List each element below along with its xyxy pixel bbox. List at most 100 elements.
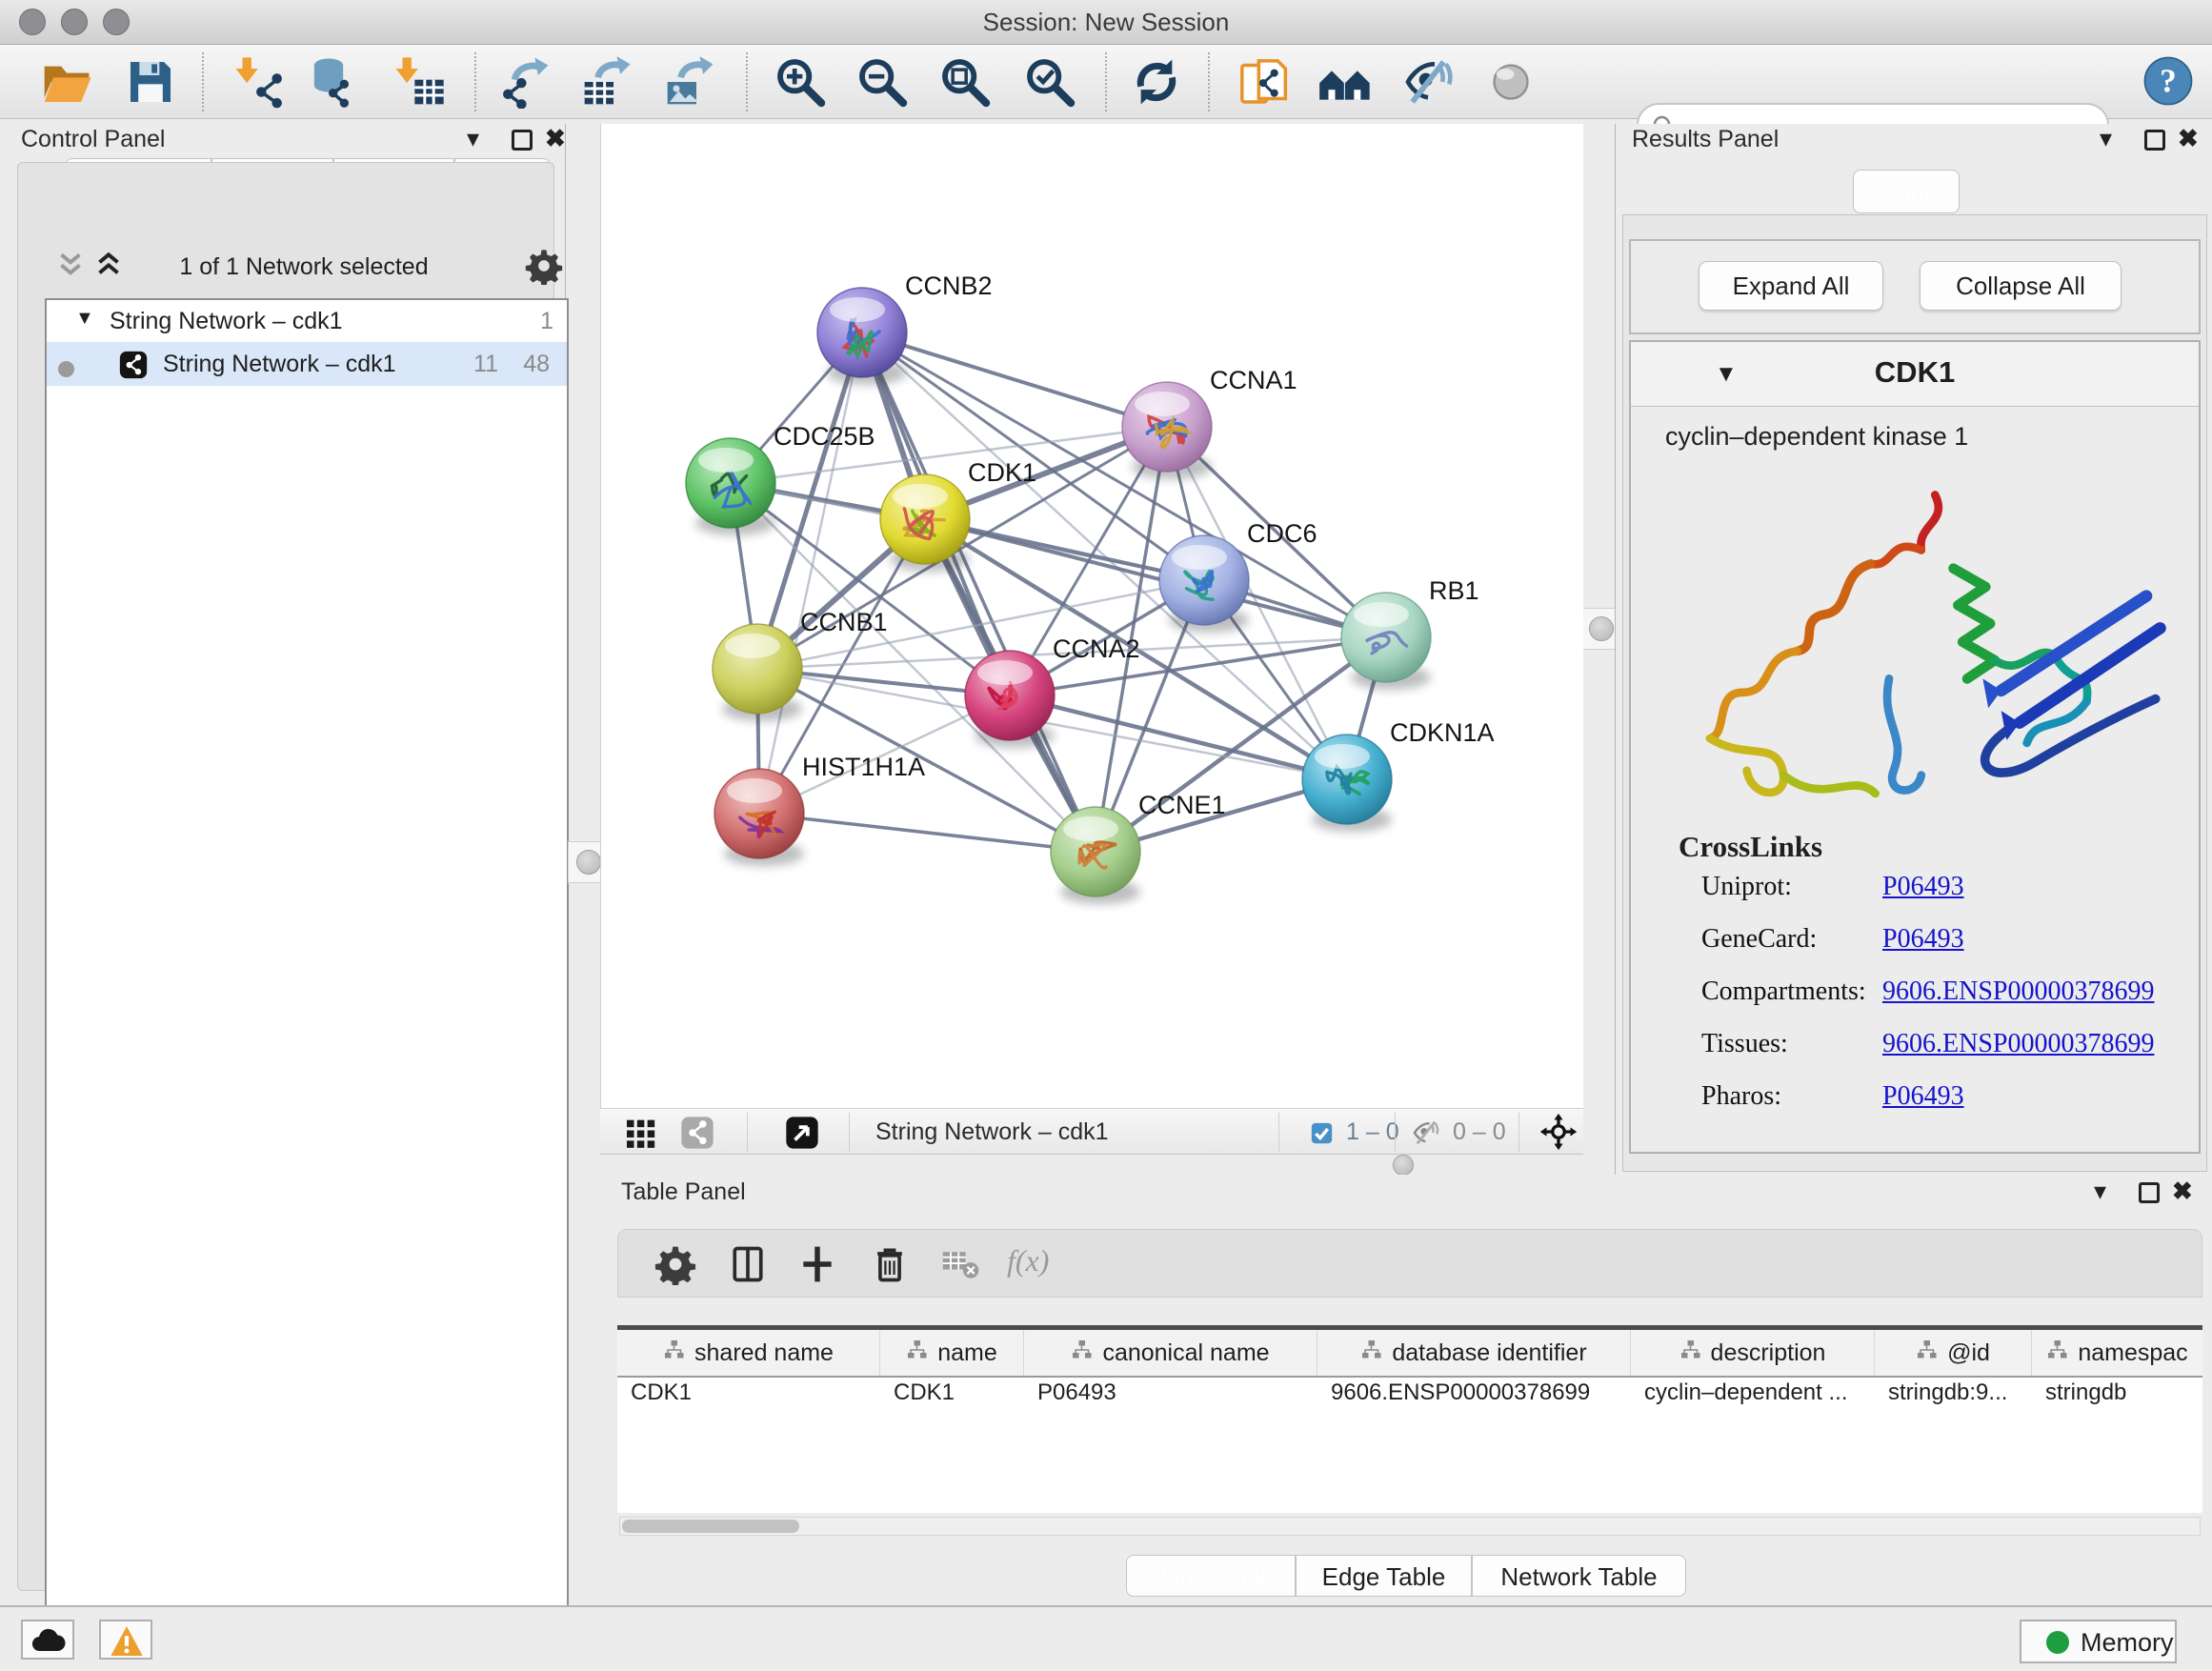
column-type-icon [2046, 1339, 2069, 1368]
network-node-RB1[interactable]: RB1 [1341, 576, 1479, 690]
table-tabs: Node TableEdge TableNetwork Table [572, 1555, 2212, 1599]
table-cell[interactable]: cyclin–dependent ... [1631, 1379, 1875, 1414]
hide-selected-icon[interactable] [1401, 55, 1455, 109]
expand-all-button[interactable]: Expand All [1699, 261, 1883, 311]
import-network-icon[interactable] [232, 55, 286, 109]
save-icon[interactable] [124, 55, 177, 109]
show-all-icon[interactable] [1484, 55, 1538, 109]
column-header-canonical-name[interactable]: canonical name [1024, 1330, 1317, 1376]
table-h-scrollbar-thumb[interactable] [622, 1520, 799, 1533]
right-splitter-handle[interactable] [1589, 616, 1614, 641]
control-panel-menu-icon[interactable]: ▾ [467, 124, 479, 153]
horizontal-splitter-handle[interactable] [1393, 1155, 1414, 1176]
network-node-CCNB2[interactable]: CCNB2 [817, 272, 993, 385]
warnings-button[interactable] [99, 1620, 152, 1660]
control-panel-close-icon[interactable]: ✖ [545, 124, 566, 153]
network-edge-HIST1H1A-CCNE1[interactable] [759, 814, 1096, 852]
protein-structure-image [1659, 456, 2174, 818]
column-header-shared-name[interactable]: shared name [617, 1330, 880, 1376]
tab-edge-table[interactable]: Edge Table [1296, 1555, 1472, 1597]
expand-collapse-box: Expand All Collapse All [1629, 239, 2201, 334]
selected-checkbox-icon[interactable] [1309, 1120, 1335, 1146]
column-type-icon [1360, 1339, 1383, 1368]
crosslink-link[interactable]: P06493 [1882, 924, 1964, 976]
crosslink-link[interactable]: P06493 [1882, 1081, 1964, 1134]
crosslink-link[interactable]: 9606.ENSP00000378699 [1882, 1029, 2154, 1081]
toolbar-separator [202, 52, 204, 111]
network-node-CDK1[interactable]: CDK1 [880, 458, 1036, 572]
import-database-icon[interactable] [309, 55, 362, 109]
network-node-CCNA1[interactable]: CCNA1 [1122, 366, 1297, 479]
table-cell[interactable]: CDK1 [617, 1379, 880, 1414]
table-panel-close-icon[interactable]: ✖ [2172, 1177, 2193, 1206]
network-row-selected[interactable]: String Network – cdk1 11 48 [47, 342, 567, 386]
string-results-content: Expand All Collapse All ▼ CDK1 cyclin–de… [1622, 214, 2207, 1172]
help-icon[interactable]: ? [2142, 54, 2195, 108]
collapse-all-button[interactable]: Collapse All [1920, 261, 2122, 311]
left-splitter-handle[interactable] [576, 850, 601, 875]
table-h-scrollbar[interactable] [619, 1517, 2201, 1536]
table-cell[interactable]: P06493 [1024, 1379, 1317, 1414]
table-toolbar: f(x) [617, 1229, 2202, 1298]
network-node-HIST1H1A[interactable]: HIST1H1A [714, 753, 925, 866]
network-canvas[interactable]: CCNB2CCNA1CDC25BCDK1CDC6RB1CCNB1CCNA2CDK… [600, 124, 1583, 1108]
results-panel-close-icon[interactable]: ✖ [2178, 124, 2199, 153]
import-table-icon[interactable] [392, 55, 446, 109]
table-settings-gear-icon[interactable] [654, 1243, 696, 1285]
memory-button[interactable]: Memory [2020, 1620, 2177, 1663]
node-label-CDK1: CDK1 [968, 458, 1036, 487]
results-panel-menu-icon[interactable]: ▾ [2100, 124, 2112, 153]
network-node-CDC25B[interactable]: CDC25B [686, 422, 875, 535]
table-cell[interactable]: CDK1 [880, 1379, 1024, 1414]
table-cell[interactable]: stringdb:9... [1875, 1379, 2032, 1414]
zoom-fit-icon[interactable] [938, 55, 992, 109]
crosslink-link[interactable]: 9606.ENSP00000378699 [1882, 976, 2154, 1029]
table-cell[interactable]: stringdb [2032, 1379, 2202, 1414]
network-options-gear-icon[interactable] [525, 247, 563, 285]
network-view-icon[interactable] [678, 1114, 716, 1152]
export-network-icon[interactable] [499, 55, 553, 109]
table-panel-menu-icon[interactable]: ▾ [2094, 1177, 2106, 1206]
open-folder-icon[interactable] [40, 55, 93, 109]
detach-view-icon[interactable] [783, 1114, 821, 1152]
network-tree: ▼ String Network – cdk1 1 String Network… [45, 298, 569, 1613]
collection-expander-icon[interactable]: ▼ [75, 308, 94, 330]
results-panel-title: Results Panel [1632, 126, 1779, 153]
control-panel-float-icon[interactable] [512, 130, 533, 151]
column-header-name[interactable]: name [880, 1330, 1024, 1376]
cdk1-entry-header[interactable]: ▼ CDK1 [1631, 342, 2199, 407]
export-image-icon[interactable] [663, 55, 716, 109]
table-panel-float-icon[interactable] [2139, 1182, 2160, 1203]
zoom-selected-icon[interactable] [1023, 55, 1076, 109]
automation-cloud-button[interactable] [21, 1620, 74, 1660]
network-node-CDKN1A[interactable]: CDKN1A [1302, 718, 1495, 832]
clipboard-network-icon[interactable] [1237, 55, 1290, 109]
column-header-database-identifier[interactable]: database identifier [1317, 1330, 1631, 1376]
birds-eye-crosshair-icon[interactable] [1539, 1113, 1578, 1151]
delete-column-icon[interactable] [869, 1243, 911, 1285]
first-neighbors-icon[interactable] [1318, 55, 1372, 109]
tab-string[interactable]: String [1853, 170, 1960, 213]
results-panel: Results Panel ▾ ✖ String Expand All Coll… [1615, 124, 2212, 1175]
export-table-icon[interactable] [580, 55, 633, 109]
column-header-namespac[interactable]: namespac [2032, 1330, 2202, 1376]
network-tab-content: 1 of 1 Network selected ▼ String Network… [17, 162, 554, 1591]
grid-view-icon[interactable] [622, 1114, 660, 1152]
zoom-out-icon[interactable] [855, 55, 909, 109]
column-header--id[interactable]: @id [1875, 1330, 2032, 1376]
table-cell[interactable]: 9606.ENSP00000378699 [1317, 1379, 1631, 1414]
tab-network-table[interactable]: Network Table [1472, 1555, 1686, 1597]
network-collection-row[interactable]: ▼ String Network – cdk1 1 [47, 300, 567, 342]
tab-node-table[interactable]: Node Table [1126, 1555, 1296, 1597]
show-columns-icon[interactable] [727, 1243, 769, 1285]
column-header-description[interactable]: description [1631, 1330, 1875, 1376]
network-edge-CCNB2-CCNA1[interactable] [862, 332, 1167, 427]
node-label-CCNA1: CCNA1 [1210, 366, 1297, 394]
zoom-in-icon[interactable] [774, 55, 827, 109]
crosslink-link[interactable]: P06493 [1882, 872, 1964, 924]
create-column-icon[interactable] [796, 1243, 838, 1285]
node-label-CCNE1: CCNE1 [1138, 791, 1226, 819]
network-node-CDC6[interactable]: CDC6 [1159, 519, 1317, 633]
results-panel-float-icon[interactable] [2144, 130, 2165, 151]
refresh-icon[interactable] [1130, 55, 1183, 109]
